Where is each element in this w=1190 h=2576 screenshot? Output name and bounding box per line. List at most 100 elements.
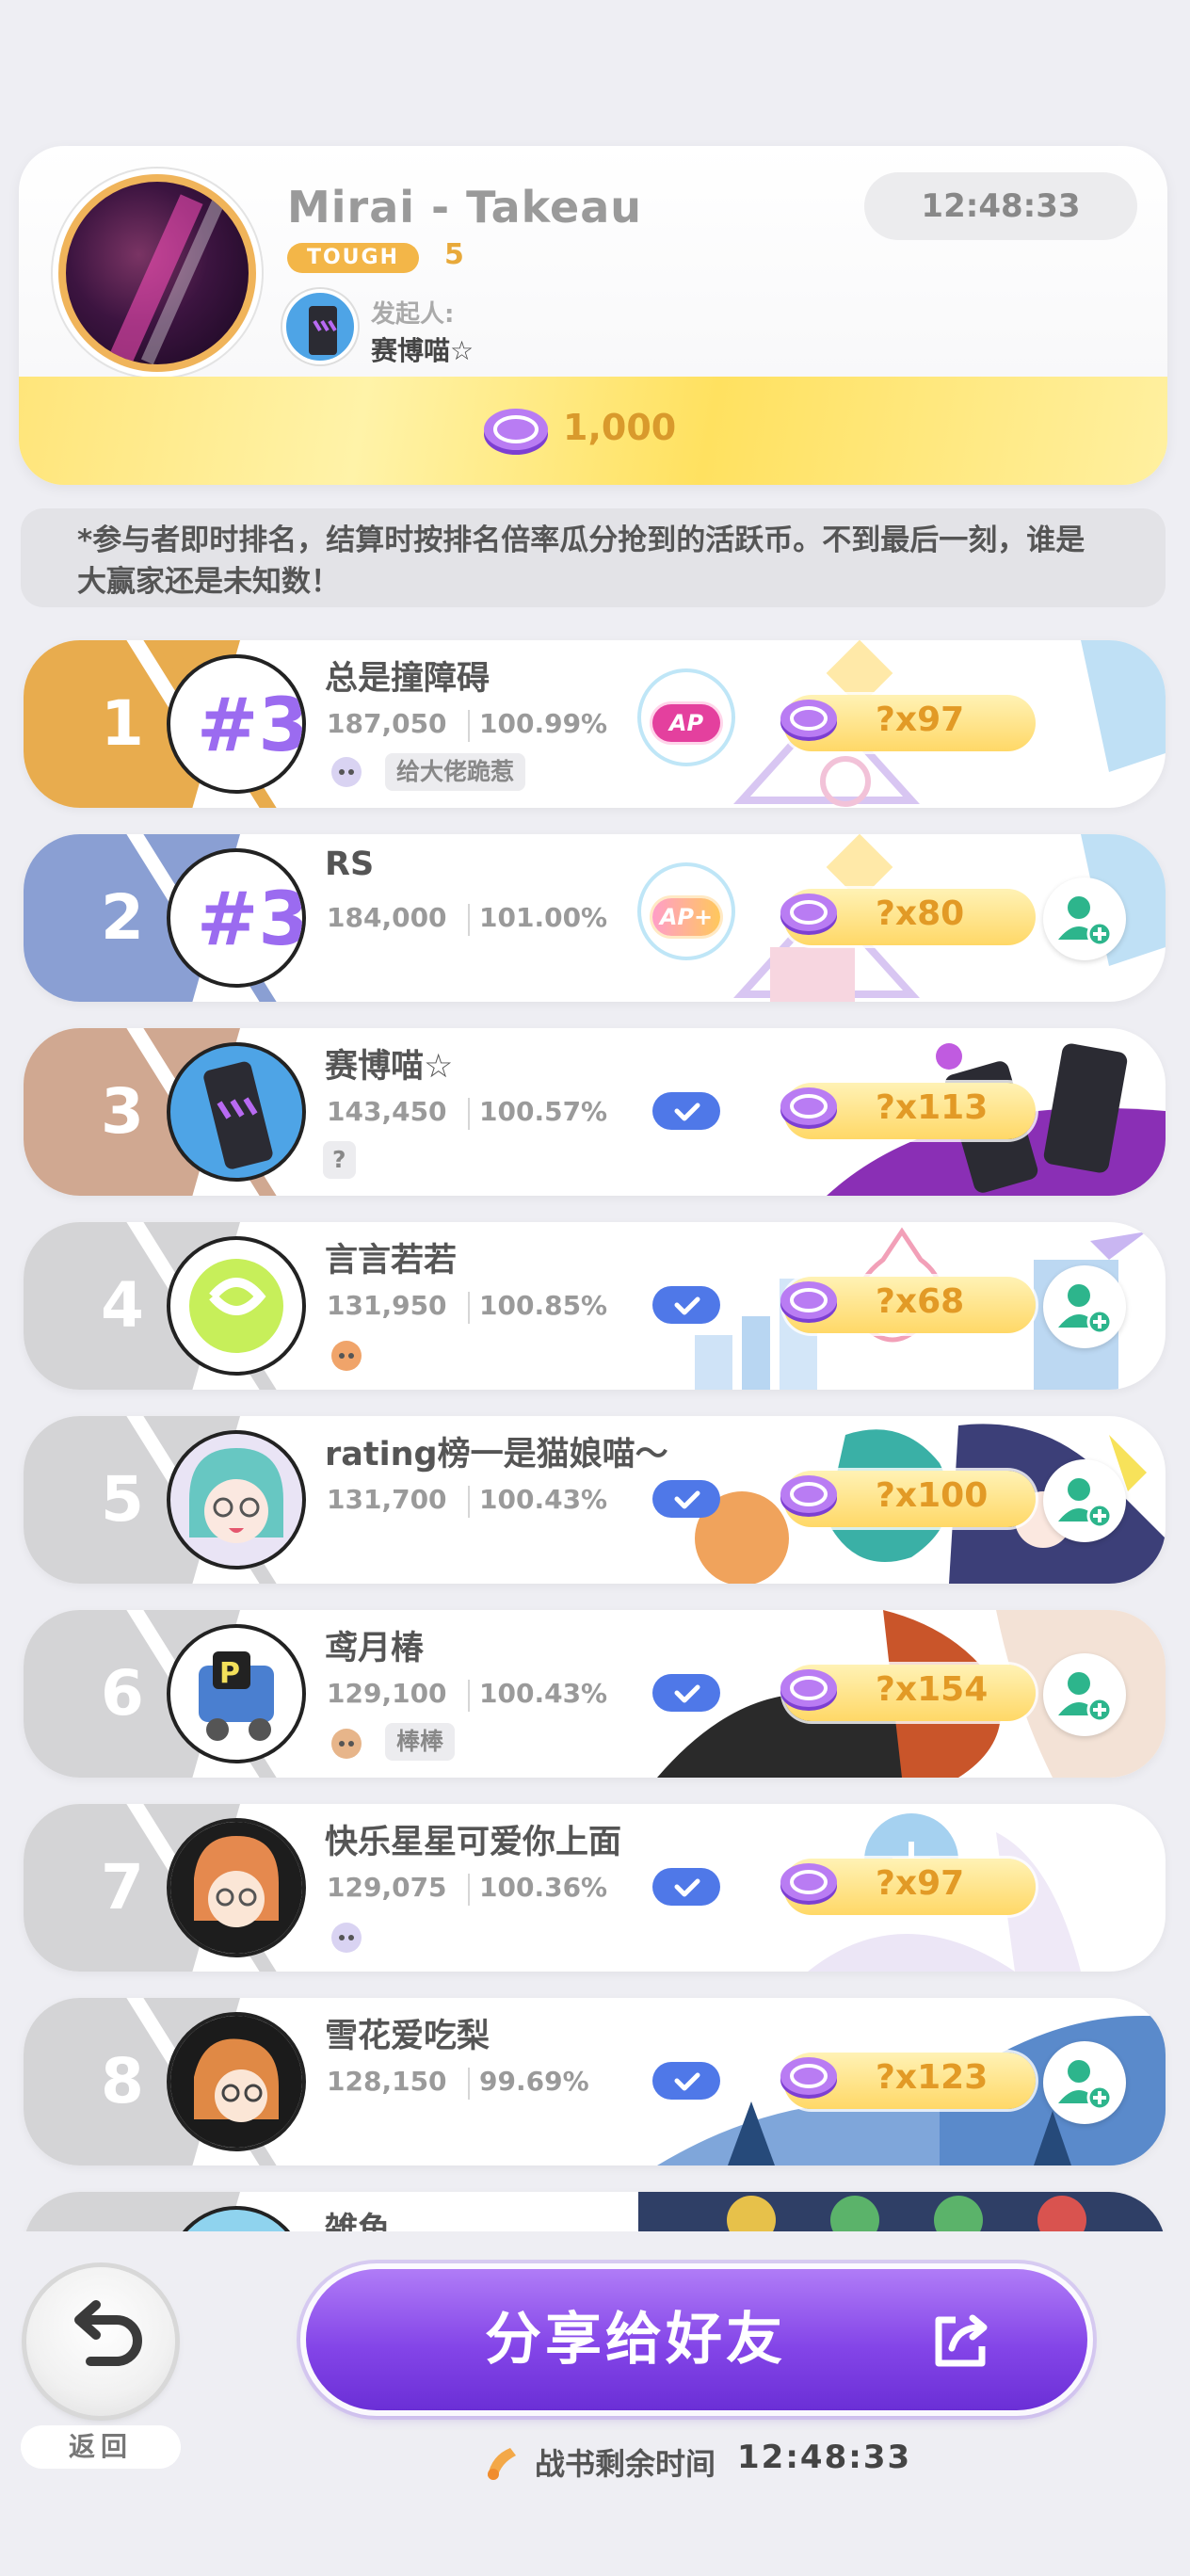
rank-number: 6	[101, 1657, 144, 1730]
rank-row[interactable]: 1 #3 总是撞障碍 187,050 100.99% 给大佬跪惹 AP ?x97	[24, 640, 1166, 808]
check-icon	[674, 1103, 700, 1121]
coin-icon	[780, 1669, 837, 1711]
countdown-label: 战书剩余时间	[535, 2446, 716, 2482]
player-score: 129,100	[327, 1678, 447, 1709]
share-to-friend-button[interactable]: 分享给好友	[306, 2269, 1087, 2410]
check-icon	[674, 1490, 700, 1509]
mini-character-icon	[331, 1923, 362, 1953]
rank-row[interactable]: 雑鱼	[24, 2192, 1166, 2231]
rank-number: 5	[101, 1463, 144, 1536]
coin-icon	[780, 2057, 837, 2099]
back-label[interactable]: 返回	[21, 2425, 181, 2469]
reward-amount: ?x68	[876, 1282, 965, 1321]
svg-text:#3: #3	[197, 877, 302, 962]
rank-row[interactable]: 2 #3 RS 184,000 101.00% AP+ ?x80	[24, 834, 1166, 1002]
reward-amount: ?x154	[876, 1670, 989, 1709]
player-accuracy: 100.36%	[479, 1872, 608, 1903]
player-tag: 棒棒	[385, 1723, 456, 1761]
player-accuracy: 100.43%	[479, 1678, 608, 1709]
check-icon	[674, 1684, 700, 1703]
player-name: 言言若若	[325, 1242, 458, 1280]
avatar	[167, 1042, 306, 1182]
ap-plus-badge: AP+	[652, 898, 720, 936]
reward-pill: ?x97	[780, 1859, 1036, 1915]
check-badge	[652, 2062, 720, 2100]
share-button-label: 分享给好友	[485, 2307, 786, 2373]
avatar	[167, 2012, 306, 2151]
rank-number: 7	[101, 1851, 144, 1924]
check-icon	[674, 2072, 700, 2091]
svg-text:P: P	[219, 1657, 240, 1690]
share-icon	[935, 2314, 988, 2367]
add-friend-icon	[1058, 896, 1113, 947]
rank-row[interactable]: 6 P 鸢月椿 129,100 100.43% 棒棒 ?x154	[24, 1610, 1166, 1778]
check-badge	[652, 1674, 720, 1712]
check-icon	[674, 1878, 700, 1897]
player-accuracy: 100.43%	[479, 1484, 608, 1515]
reward-pill: ?x100	[780, 1471, 1036, 1527]
reward-pill: ?x80	[780, 889, 1036, 945]
coin-icon	[780, 894, 837, 935]
add-friend-icon	[1058, 1284, 1113, 1335]
add-friend-icon	[1058, 1478, 1113, 1529]
reward-pill: ?x154	[780, 1665, 1036, 1721]
avatar	[167, 1236, 306, 1376]
player-tag: 给大佬跪惹	[385, 753, 526, 791]
player-score: 129,075	[327, 1872, 447, 1903]
back-arrow-icon	[74, 2300, 142, 2366]
player-name: rating榜一是猫娘喵～	[325, 1436, 668, 1473]
player-name: 雑鱼	[325, 2212, 392, 2231]
check-badge	[652, 1868, 720, 1906]
reward-pill: ?x97	[780, 695, 1036, 751]
add-friend-button[interactable]	[1043, 1459, 1126, 1542]
ranking-list[interactable]: 1 #3 总是撞障碍 187,050 100.99% 给大佬跪惹 AP ?x97…	[0, 0, 1190, 2231]
add-friend-icon	[1058, 2060, 1113, 2111]
mini-character-icon	[331, 1729, 362, 1759]
check-badge	[652, 1092, 720, 1130]
player-accuracy: 99.69%	[479, 2066, 589, 2097]
avatar: #3	[167, 848, 306, 988]
coin-icon	[780, 700, 837, 741]
player-score: 131,950	[327, 1290, 447, 1321]
avatar: P	[167, 1624, 306, 1763]
rank-row[interactable]: 4 言言若若 131,950 100.85% ?x68	[24, 1222, 1166, 1390]
rank-number: 1	[101, 687, 144, 760]
check-badge	[652, 1286, 720, 1324]
rank-row[interactable]: 3 赛博喵☆ 143,450 100.57% ? ?x113	[24, 1028, 1166, 1196]
rank-number: 2	[101, 881, 144, 954]
rank-row[interactable]: 5 rating榜一是猫娘喵～ 131,700 100.43% ?x100	[24, 1416, 1166, 1584]
player-name: 快乐星星可爱你上面	[325, 1824, 622, 1861]
reward-amount: ?x97	[876, 700, 965, 739]
check-badge	[652, 1480, 720, 1518]
coin-icon	[780, 1863, 837, 1905]
row-decoration	[638, 2192, 1166, 2231]
rank-row[interactable]: 7 快乐星星可爱你上面 129,075 100.36% ?x97	[24, 1804, 1166, 1972]
svg-text:#3: #3	[197, 684, 302, 768]
reward-pill: ?x68	[780, 1277, 1036, 1333]
back-button[interactable]	[26, 2267, 175, 2416]
add-friend-button[interactable]	[1043, 877, 1126, 960]
player-score: 128,150	[327, 2066, 447, 2097]
reward-amount: ?x97	[876, 1864, 965, 1903]
avatar	[167, 1818, 306, 1957]
add-friend-button[interactable]	[1043, 2041, 1126, 2124]
rank-number: 3	[101, 1075, 144, 1148]
reward-amount: ?x123	[876, 2058, 989, 2097]
avatar: #3	[167, 654, 306, 794]
rank-row[interactable]: 8 雪花爱吃梨 128,150 99.69% ?x123	[24, 1998, 1166, 2165]
coin-icon	[780, 1087, 837, 1129]
add-friend-icon	[1058, 1672, 1113, 1723]
player-accuracy: 100.85%	[479, 1290, 608, 1321]
mini-character-icon	[331, 1341, 362, 1371]
player-name: 雪花爱吃梨	[325, 2018, 490, 2055]
player-accuracy: 101.00%	[479, 902, 608, 933]
reward-amount: ?x113	[876, 1088, 989, 1127]
player-score: 131,700	[327, 1484, 447, 1515]
check-icon	[674, 1296, 700, 1315]
countdown-value: 12:48:33	[737, 2439, 912, 2476]
timer-icon	[488, 2448, 516, 2480]
player-score: 143,450	[327, 1096, 447, 1127]
add-friend-button[interactable]	[1043, 1265, 1126, 1348]
add-friend-button[interactable]	[1043, 1653, 1126, 1736]
player-score: 184,000	[327, 902, 447, 933]
